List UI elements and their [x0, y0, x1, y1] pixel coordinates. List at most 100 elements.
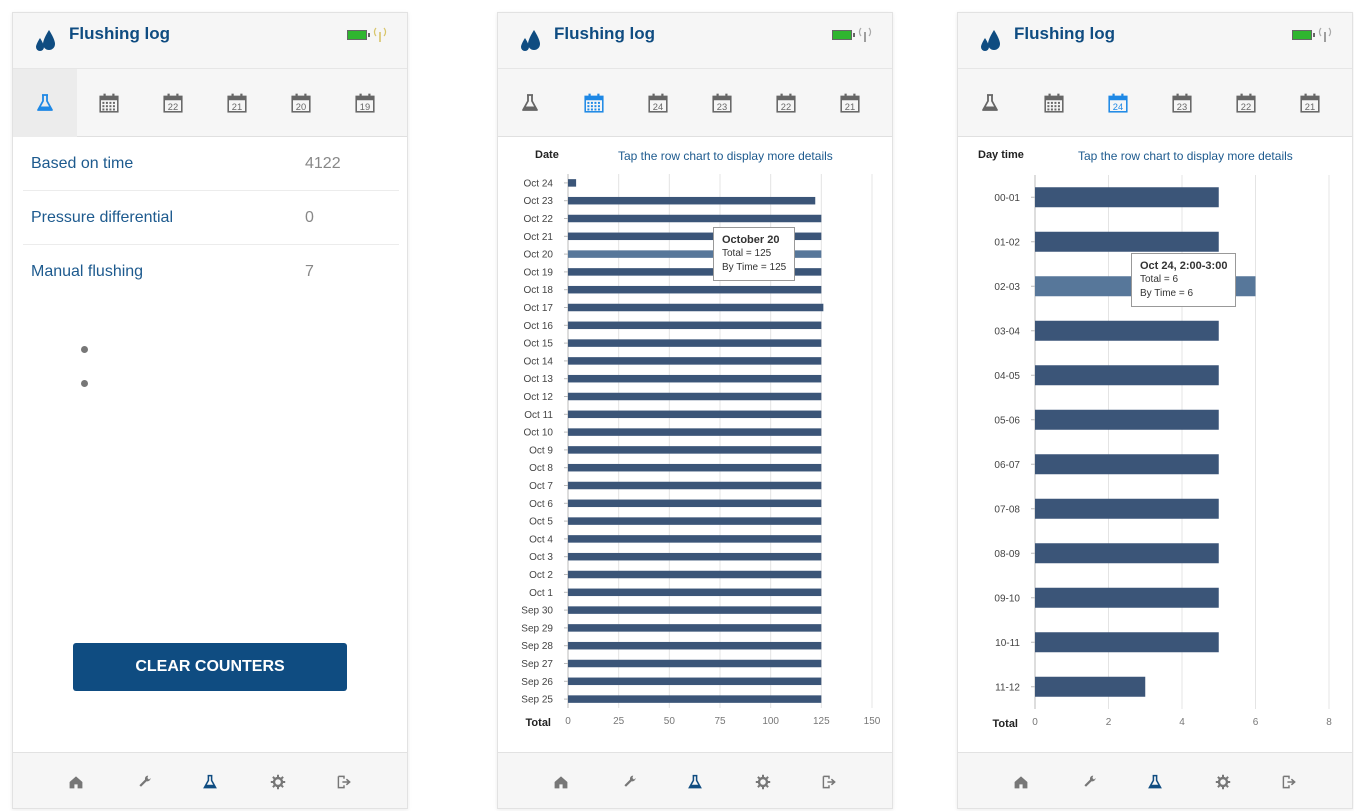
x-tick-label: 0	[1032, 717, 1038, 728]
tab-calendar[interactable]	[77, 69, 141, 137]
gear-nav-button[interactable]	[752, 771, 774, 793]
y-category-label: 08-09	[994, 549, 1020, 560]
x-tick-label: 0	[565, 716, 571, 727]
flask-nav-button[interactable]	[199, 771, 221, 793]
gear-nav-button[interactable]	[1212, 771, 1234, 793]
tab-day[interactable]: 21	[205, 69, 269, 137]
logout-icon	[1282, 775, 1296, 789]
bar[interactable]	[568, 321, 822, 330]
y-category-label: Sep 29	[521, 623, 553, 634]
bar[interactable]	[568, 410, 822, 419]
tab-counters[interactable]	[13, 69, 77, 137]
bar[interactable]	[1035, 543, 1219, 564]
bar[interactable]	[568, 303, 824, 312]
bar[interactable]	[1035, 632, 1219, 653]
bar[interactable]	[568, 285, 822, 294]
bar[interactable]	[568, 499, 822, 508]
y-category-label: Oct 22	[524, 214, 554, 225]
flask-nav-button[interactable]	[1144, 771, 1166, 793]
x-tick-label: 2	[1106, 717, 1112, 728]
bar[interactable]	[1035, 587, 1219, 608]
flask-icon	[203, 774, 217, 789]
clear-counters-button[interactable]: CLEAR COUNTERS	[73, 643, 347, 691]
bar[interactable]	[1035, 231, 1219, 252]
bar[interactable]	[1035, 187, 1219, 208]
bottom-nav	[498, 752, 892, 808]
daily-chart-panel: Flushing log 24 23 22 21 Date Tap the row c…	[497, 12, 893, 809]
bar[interactable]	[568, 677, 822, 686]
tab-bar: 22 21 20 19	[13, 69, 407, 137]
bar[interactable]	[568, 570, 822, 579]
y-category-label: Oct 21	[524, 232, 554, 243]
tab-day[interactable]: 22	[141, 69, 205, 137]
bar[interactable]	[568, 428, 822, 436]
calendar-icon	[98, 92, 120, 114]
y-category-label: 05-06	[994, 415, 1020, 426]
home-icon	[69, 776, 83, 789]
home-icon	[1014, 776, 1028, 789]
counter-label: Pressure differential	[31, 208, 173, 226]
bar[interactable]	[568, 357, 822, 365]
calendar-icon: 20	[290, 92, 312, 114]
calendar-icon: 22	[162, 92, 184, 114]
wrench-icon	[139, 775, 151, 787]
bar[interactable]	[1035, 409, 1219, 430]
bar[interactable]	[568, 481, 822, 490]
bar[interactable]	[568, 606, 822, 614]
chart-tooltip: October 20 Total = 125 By Time = 125	[713, 227, 796, 281]
bar[interactable]	[568, 641, 822, 650]
y-category-label: Oct 15	[524, 339, 554, 350]
wrench-nav-button[interactable]	[1079, 771, 1101, 793]
signal-icon	[373, 27, 387, 42]
y-category-label: Oct 2	[529, 570, 553, 581]
logout-nav-button[interactable]	[1278, 771, 1300, 793]
bar[interactable]	[568, 588, 822, 597]
wrench-nav-button[interactable]	[134, 771, 156, 793]
tab-day[interactable]: 20	[269, 69, 333, 137]
bullet-dot	[81, 346, 88, 353]
bar[interactable]	[568, 374, 822, 383]
bar[interactable]	[568, 695, 822, 703]
bar[interactable]	[568, 392, 822, 401]
y-category-label: Oct 6	[529, 499, 553, 510]
bar[interactable]	[568, 196, 816, 205]
tooltip-title: October 20	[722, 234, 780, 246]
home-nav-button[interactable]	[550, 771, 572, 793]
flask-nav-button[interactable]	[684, 771, 706, 793]
y-category-label: Oct 14	[524, 356, 554, 367]
bar[interactable]	[568, 463, 822, 472]
y-category-label: Oct 10	[524, 428, 554, 439]
flask-icon	[688, 774, 702, 789]
bar[interactable]	[568, 214, 822, 223]
counter-row-manual: Manual flushing 7	[23, 245, 399, 299]
wrench-nav-button[interactable]	[619, 771, 641, 793]
x-tick-label: 50	[664, 716, 676, 727]
home-nav-button[interactable]	[1010, 771, 1032, 793]
home-nav-button[interactable]	[65, 771, 87, 793]
y-category-label: Oct 11	[524, 410, 553, 421]
bar[interactable]	[1035, 676, 1146, 697]
bar[interactable]	[568, 659, 822, 668]
bar[interactable]	[568, 517, 822, 525]
daily-bar-chart[interactable]: 0 25 50 75 100 125 150 Total Oct 24 Oct 23 Oct 22 O…	[498, 13, 893, 753]
bar[interactable]	[568, 179, 577, 187]
flask-icon	[1148, 774, 1162, 789]
calendar-icon: 21	[226, 92, 248, 114]
hourly-bar-chart[interactable]: 0 2 4 6 8 Total 00-01 01-02 02-03 03-04 04-05 05-06…	[958, 13, 1353, 753]
gear-nav-button[interactable]	[267, 771, 289, 793]
bar[interactable]	[1035, 498, 1219, 519]
tab-day[interactable]: 19	[333, 69, 397, 137]
y-category-label: 07-08	[994, 504, 1020, 515]
bar[interactable]	[1035, 320, 1219, 341]
bar[interactable]	[568, 535, 822, 543]
bar[interactable]	[568, 446, 822, 454]
bar[interactable]	[1035, 454, 1219, 475]
logout-nav-button[interactable]	[333, 771, 355, 793]
bar[interactable]	[1035, 365, 1219, 386]
bar[interactable]	[568, 339, 822, 347]
logout-nav-button[interactable]	[818, 771, 840, 793]
bar[interactable]	[568, 552, 822, 561]
bar[interactable]	[568, 624, 822, 632]
tooltip-title: Oct 24, 2:00-3:00	[1140, 260, 1228, 272]
wrench-icon	[1084, 775, 1096, 787]
